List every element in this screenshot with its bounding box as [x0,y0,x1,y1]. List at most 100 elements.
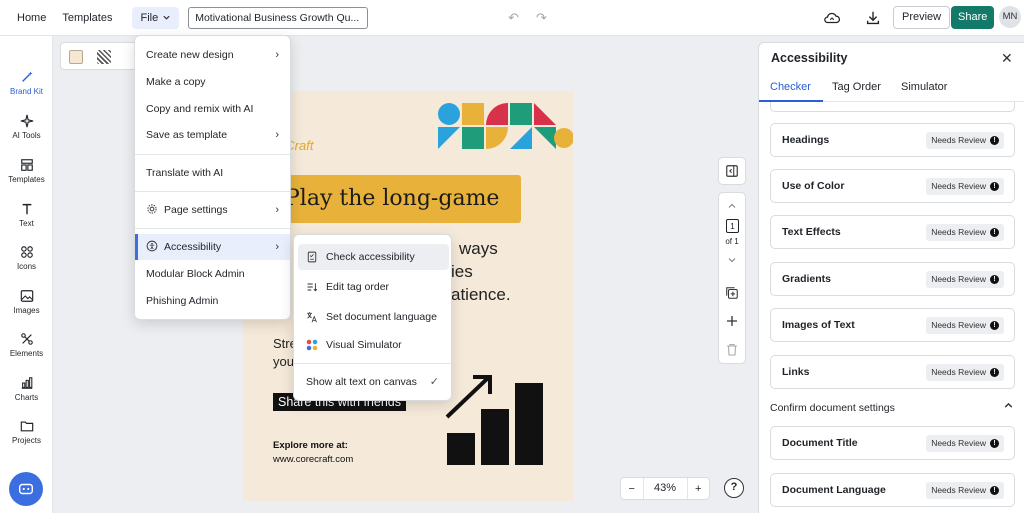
cloud-sync-icon[interactable] [823,9,841,27]
assistant-icon [18,483,34,495]
sidebar-item-label: Templates [8,175,45,184]
check-row-text-effects[interactable]: Text Effects Needs Review! [770,215,1015,249]
page-count: of 1 [725,237,739,246]
pattern-icon[interactable] [97,50,111,64]
menu-item-create-new-design[interactable]: Create new design › [135,42,290,68]
menu-divider [135,154,290,155]
sidebar-item-label: Images [13,306,40,315]
tab-simulator[interactable]: Simulator [901,81,947,93]
status-badge: Needs Review! [926,317,1004,334]
check-row-images-of-text[interactable]: Images of Text Needs Review! [770,308,1015,342]
menu-item-make-copy[interactable]: Make a copy [135,69,290,95]
sidebar-item-projects[interactable]: Projects [0,419,53,445]
sidebar-item-ai-tools[interactable]: AI Tools [0,114,53,140]
page-panel-toggle[interactable] [718,157,746,185]
info-icon: ! [990,228,999,237]
info-icon: ! [990,182,999,191]
menu-item-copy-remix-ai[interactable]: Copy and remix with AI [135,96,290,122]
sidebar-collapse-icon [726,165,738,177]
menu-item-show-alt-text[interactable]: Show alt text on canvas ✓ [298,369,449,395]
menu-divider [135,191,290,192]
sidebar-item-elements[interactable]: Elements [0,332,53,358]
panel-title: Accessibility [771,51,848,65]
sidebar-item-images[interactable]: Images [0,289,53,315]
preview-button[interactable]: Preview [893,6,951,29]
menu-item-translate-ai[interactable]: Translate with AI [135,160,290,186]
page-navigator: 1 of 1 [718,192,746,364]
avatar[interactable]: MN [999,6,1021,28]
setting-row-document-language[interactable]: Document Language Needs Review! [770,473,1015,507]
sidebar-item-text[interactable]: Text [0,202,53,228]
accessibility-icon [146,240,158,252]
gear-icon [147,204,157,214]
sparkle-icon [20,114,33,128]
poster-url: www.corecraft.com [273,454,354,465]
trash-icon[interactable] [726,343,738,356]
tab-checker[interactable]: Checker [770,81,811,93]
geometric-logo-graphic [438,103,573,149]
zoom-control: − 43% + [620,477,710,500]
share-button[interactable]: Share [951,6,995,29]
info-icon: ! [990,368,999,377]
text-icon [22,203,31,215]
sidebar-item-icons[interactable]: Icons [0,245,53,271]
chevron-up-icon[interactable] [727,201,737,211]
redo-icon[interactable]: ↷ [536,10,547,26]
menu-item-save-as-template[interactable]: Save as template › [135,122,290,148]
sort-order-icon [307,283,318,292]
zoom-in-button[interactable]: + [688,483,710,495]
chevron-down-icon[interactable] [727,255,737,265]
duplicate-page-icon[interactable] [725,286,739,300]
menu-item-accessibility[interactable]: Accessibility › [135,234,290,260]
accessibility-submenu: Check accessibility Edit tag order Set d… [293,234,452,401]
confirm-settings-heading[interactable]: Confirm document settings [770,402,895,414]
sidebar-item-label: Elements [9,349,44,358]
templates-icon [20,159,33,171]
file-label: File [140,11,159,24]
menu-item-phishing-admin[interactable]: Phishing Admin [135,288,290,314]
check-row-partial [770,102,1015,112]
help-button[interactable]: ? [724,478,744,498]
menu-item-edit-tag-order[interactable]: Edit tag order [298,274,449,300]
fill-color-swatch[interactable] [69,50,83,64]
check-row-use-of-color[interactable]: Use of Color Needs Review! [770,169,1015,203]
setting-row-document-title[interactable]: Document Title Needs Review! [770,426,1015,460]
status-badge: Needs Review! [926,435,1004,452]
add-page-icon[interactable] [726,315,738,327]
document-title-input[interactable] [188,6,369,29]
sidebar-item-label: Projects [12,436,41,445]
sidebar-item-charts[interactable]: Charts [0,376,53,402]
sidebar-item-label: Charts [14,393,39,402]
check-row-gradients[interactable]: Gradients Needs Review! [770,262,1015,296]
status-badge: Needs Review! [926,364,1004,381]
menu-item-set-document-language[interactable]: Set document language [298,304,449,330]
sidebar-item-brand-kit[interactable]: Brand Kit [0,70,53,96]
ai-assistant-button[interactable] [9,472,43,506]
info-icon: ! [990,486,999,495]
info-icon: ! [990,321,999,330]
home-link[interactable]: Home [9,6,54,30]
sidebar-item-label: Icons [16,262,37,271]
sidebar-item-label: Brand Kit [10,87,43,96]
file-menu-button[interactable]: File [132,6,180,29]
menu-item-page-settings[interactable]: Page settings › [135,197,290,223]
zoom-out-button[interactable]: − [621,483,643,495]
download-icon[interactable] [864,9,882,27]
growth-chart-graphic [445,375,543,465]
check-row-links[interactable]: Links Needs Review! [770,355,1015,389]
menu-item-visual-simulator[interactable]: Visual Simulator [298,332,449,358]
left-sidebar: Brand Kit AI Tools Templates Text Icons … [0,36,53,513]
menu-item-modular-block-admin[interactable]: Modular Block Admin [135,261,290,287]
check-row-headings[interactable]: Headings Needs Review! [770,123,1015,157]
tab-tag-order[interactable]: Tag Order [832,81,881,93]
current-page-number[interactable]: 1 [726,219,739,233]
templates-link[interactable]: Templates [54,6,120,30]
chevron-up-icon[interactable] [1003,400,1014,411]
sidebar-item-templates[interactable]: Templates [0,158,53,184]
status-badge: Needs Review! [926,271,1004,288]
status-badge: Needs Review! [926,132,1004,149]
close-icon[interactable]: ✕ [1001,50,1013,67]
zoom-level[interactable]: 43% [642,478,688,499]
undo-icon[interactable]: ↶ [508,10,519,26]
menu-item-check-accessibility[interactable]: Check accessibility [298,244,449,270]
